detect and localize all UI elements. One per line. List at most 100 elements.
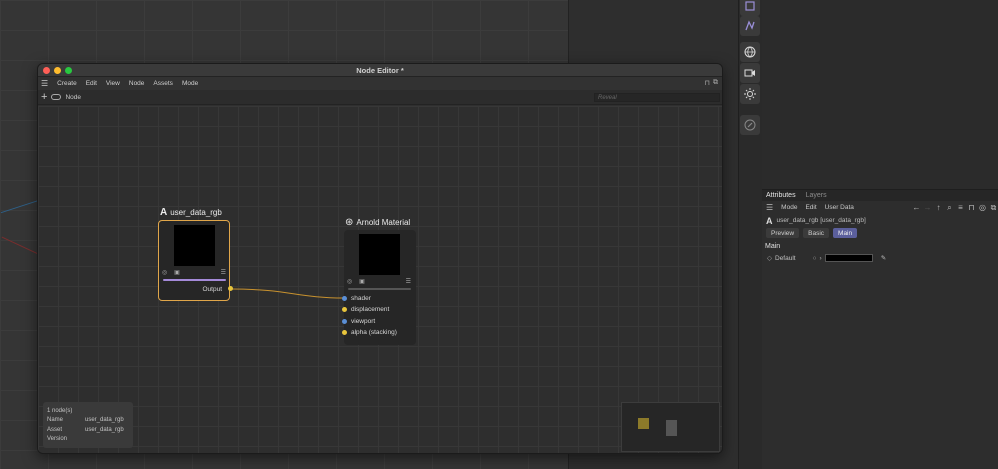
viewport-axis-red: [1, 236, 39, 255]
image-icon[interactable]: ▣: [359, 278, 365, 285]
user-data-node-name: user_data_rgb: [170, 208, 222, 217]
port-circle-icon[interactable]: ○: [813, 255, 817, 262]
arrow-right-icon[interactable]: →: [923, 203, 932, 212]
menu-create[interactable]: Create: [57, 80, 77, 87]
node-toolbar: + Node Reveal: [38, 90, 722, 105]
main-button[interactable]: Main: [833, 228, 858, 238]
tag-icon[interactable]: [51, 94, 62, 100]
attributes-object-header: A user_data_rgb [user_data_rgb]: [762, 214, 998, 227]
attr-menu-edit[interactable]: Edit: [805, 204, 816, 211]
displacement-port[interactable]: [342, 307, 347, 312]
hamburger-icon[interactable]: ☰: [766, 203, 773, 212]
arnold-logo-icon: A: [160, 207, 168, 218]
arnold-material-icon: ⊛: [345, 217, 354, 228]
new-window-icon[interactable]: ⧉: [713, 79, 718, 87]
menu-mode[interactable]: Mode: [182, 80, 198, 87]
minimap[interactable]: [621, 402, 720, 452]
port-label-viewport: viewport: [351, 318, 376, 325]
user-data-node-icons: ◎ ▣ ☰: [162, 269, 226, 276]
tool-strip: [738, 0, 762, 469]
info-asset-key: Asset: [47, 426, 63, 433]
info-name-key: Name: [47, 417, 64, 424]
basic-button[interactable]: Basic: [803, 228, 830, 238]
minimize-icon[interactable]: [54, 67, 61, 74]
reveal-search-input[interactable]: Reveal: [594, 93, 720, 102]
user-data-node[interactable]: ◎ ▣ ☰ Output: [158, 220, 230, 301]
user-data-node-title[interactable]: A user_data_rgb: [160, 207, 222, 218]
arnold-node-icons: ◎ ▣ ☰: [347, 278, 411, 285]
keyframe-diamond-icon[interactable]: ◇: [767, 254, 772, 262]
default-param-row: ◇ Default ○ › ✎: [762, 254, 998, 262]
attribute-group-buttons: Preview Basic Main: [762, 228, 998, 238]
attr-menu-mode[interactable]: Mode: [781, 204, 797, 211]
window-titlebar[interactable]: Node Editor *: [38, 64, 722, 77]
arrow-left-icon[interactable]: ←: [912, 203, 921, 212]
menu-assets[interactable]: Assets: [153, 80, 173, 87]
add-icon[interactable]: +: [41, 91, 47, 103]
alpha-port[interactable]: [342, 330, 347, 335]
info-asset-value: user_data_rgb: [85, 426, 124, 433]
node-path-label: Node: [65, 93, 81, 101]
chevron-right-icon[interactable]: ›: [820, 255, 822, 262]
arnold-preview: [359, 234, 400, 275]
settings-icon[interactable]: ◎: [162, 269, 167, 276]
arnold-material-node[interactable]: ◎ ▣ ☰ shader displacement viewport alpha…: [344, 230, 416, 345]
camera-icon[interactable]: [740, 63, 760, 83]
info-version-key: Version: [47, 436, 68, 443]
close-icon[interactable]: [43, 67, 50, 74]
list-icon[interactable]: ☰: [406, 278, 411, 285]
eyedropper-icon[interactable]: ✎: [881, 254, 886, 262]
menubar: ☰ Create Edit View Node Assets Mode ⊓ ⧉: [38, 77, 722, 90]
node-info-box: 1 node(s) Name user_data_rgb Asset user_…: [43, 402, 133, 448]
default-color-swatch[interactable]: [824, 254, 873, 262]
menubar-right-tools: ⊓ ⧉: [705, 79, 718, 87]
lock-icon[interactable]: ⊓: [705, 79, 710, 87]
menu-node[interactable]: Node: [129, 80, 145, 87]
globe-icon[interactable]: [740, 42, 760, 62]
preview-button[interactable]: Preview: [766, 228, 800, 238]
window-controls: [43, 67, 72, 74]
output-port[interactable]: [228, 286, 233, 291]
brush-icon[interactable]: [740, 115, 760, 135]
port-label-alpha: alpha (stacking): [351, 329, 397, 336]
window-title: Node Editor *: [356, 65, 404, 75]
spline-tool-icon[interactable]: [740, 16, 760, 36]
info-asset-row: Asset user_data_rgb: [47, 425, 129, 435]
object-name: user_data_rgb [user_data_rgb]: [776, 217, 866, 224]
attr-menu-user-data[interactable]: User Data: [825, 204, 854, 211]
arnold-node-name: Arnold Material: [356, 218, 411, 227]
arnold-logo-icon: A: [766, 215, 773, 226]
settings-icon[interactable]: ◎: [978, 203, 987, 212]
search-icon[interactable]: ⌕: [945, 203, 954, 212]
output-port-label: Output: [202, 286, 222, 293]
hamburger-menu-icon[interactable]: ☰: [41, 79, 48, 88]
image-icon[interactable]: ▣: [174, 269, 180, 276]
filter-icon[interactable]: ≡: [956, 203, 965, 212]
node-canvas[interactable]: A user_data_rgb ◎ ▣ ☰ Output ⊛ Arnold Ma…: [38, 106, 722, 453]
attributes-tabs: Attributes Layers: [762, 190, 998, 201]
arnold-node-bar: [348, 288, 411, 290]
maximize-icon[interactable]: [65, 67, 72, 74]
section-title-main: Main: [765, 243, 781, 250]
arnold-node-title[interactable]: ⊛ Arnold Material: [345, 217, 410, 228]
minimap-node-user-data: [638, 418, 649, 429]
lock-icon[interactable]: ⊓: [967, 203, 976, 212]
viewport-port[interactable]: [342, 319, 347, 324]
shader-port[interactable]: [342, 296, 347, 301]
settings-icon[interactable]: ◎: [347, 278, 352, 285]
tab-attributes[interactable]: Attributes: [766, 192, 796, 199]
light-icon[interactable]: [740, 84, 760, 104]
tab-layers[interactable]: Layers: [806, 192, 827, 199]
attributes-panel: Attributes Layers ☰ Mode Edit User Data …: [762, 189, 998, 469]
minimap-node-arnold: [666, 420, 677, 436]
user-data-preview: [174, 225, 215, 266]
cube-tool-icon[interactable]: [740, 0, 760, 16]
new-window-icon[interactable]: ⧉: [989, 203, 998, 212]
menu-view[interactable]: View: [106, 80, 120, 87]
attributes-toolbar: ← → ↑ ⌕ ≡ ⊓ ◎ ⧉: [912, 203, 998, 213]
menu-edit[interactable]: Edit: [86, 80, 97, 87]
arrow-up-icon[interactable]: ↑: [934, 203, 943, 212]
port-label-shader: shader: [351, 295, 371, 302]
viewport-axis-blue: [0, 199, 40, 214]
list-icon[interactable]: ☰: [221, 269, 226, 276]
